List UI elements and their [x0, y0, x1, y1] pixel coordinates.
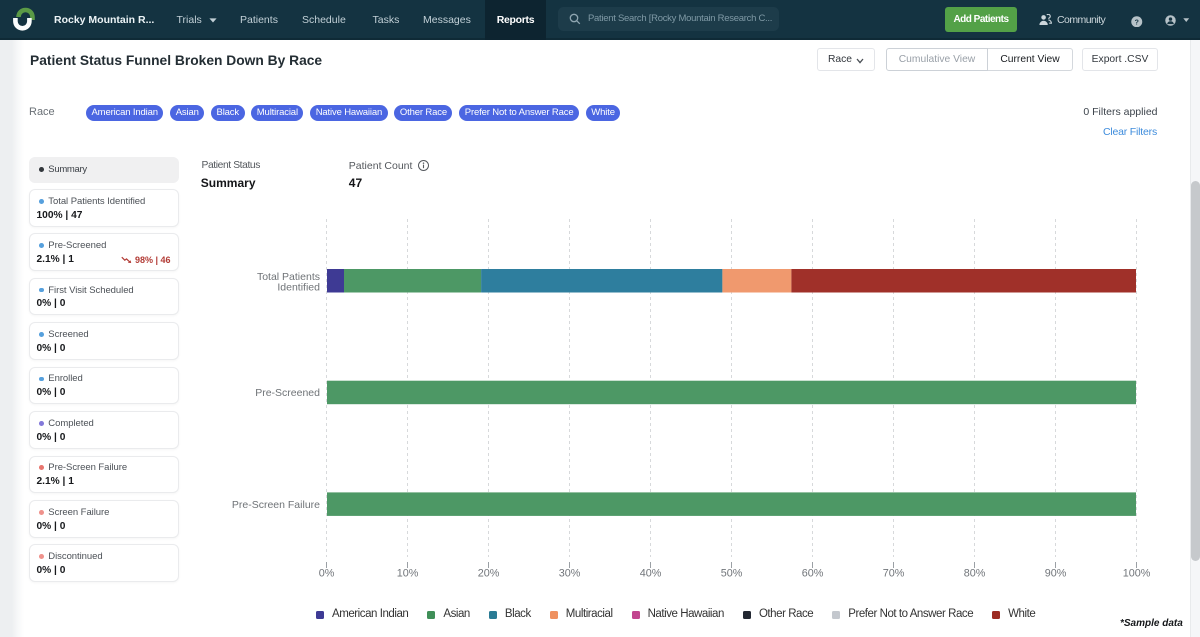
svg-text:70%: 70%: [883, 568, 905, 580]
svg-text:10%: 10%: [397, 568, 419, 580]
svg-text:Identified: Identified: [277, 282, 320, 294]
svg-text:Pre-Screened: Pre-Screened: [255, 387, 320, 399]
svg-text:90%: 90%: [1045, 568, 1067, 580]
svg-text:100%: 100%: [1123, 568, 1151, 580]
svg-text:50%: 50%: [721, 568, 743, 580]
svg-text:Pre-Screen Failure: Pre-Screen Failure: [232, 499, 320, 511]
svg-text:20%: 20%: [478, 568, 500, 580]
svg-text:60%: 60%: [802, 568, 824, 580]
svg-text:40%: 40%: [640, 568, 662, 580]
svg-text:0%: 0%: [319, 568, 335, 580]
svg-text:80%: 80%: [964, 568, 986, 580]
svg-text:30%: 30%: [559, 568, 581, 580]
